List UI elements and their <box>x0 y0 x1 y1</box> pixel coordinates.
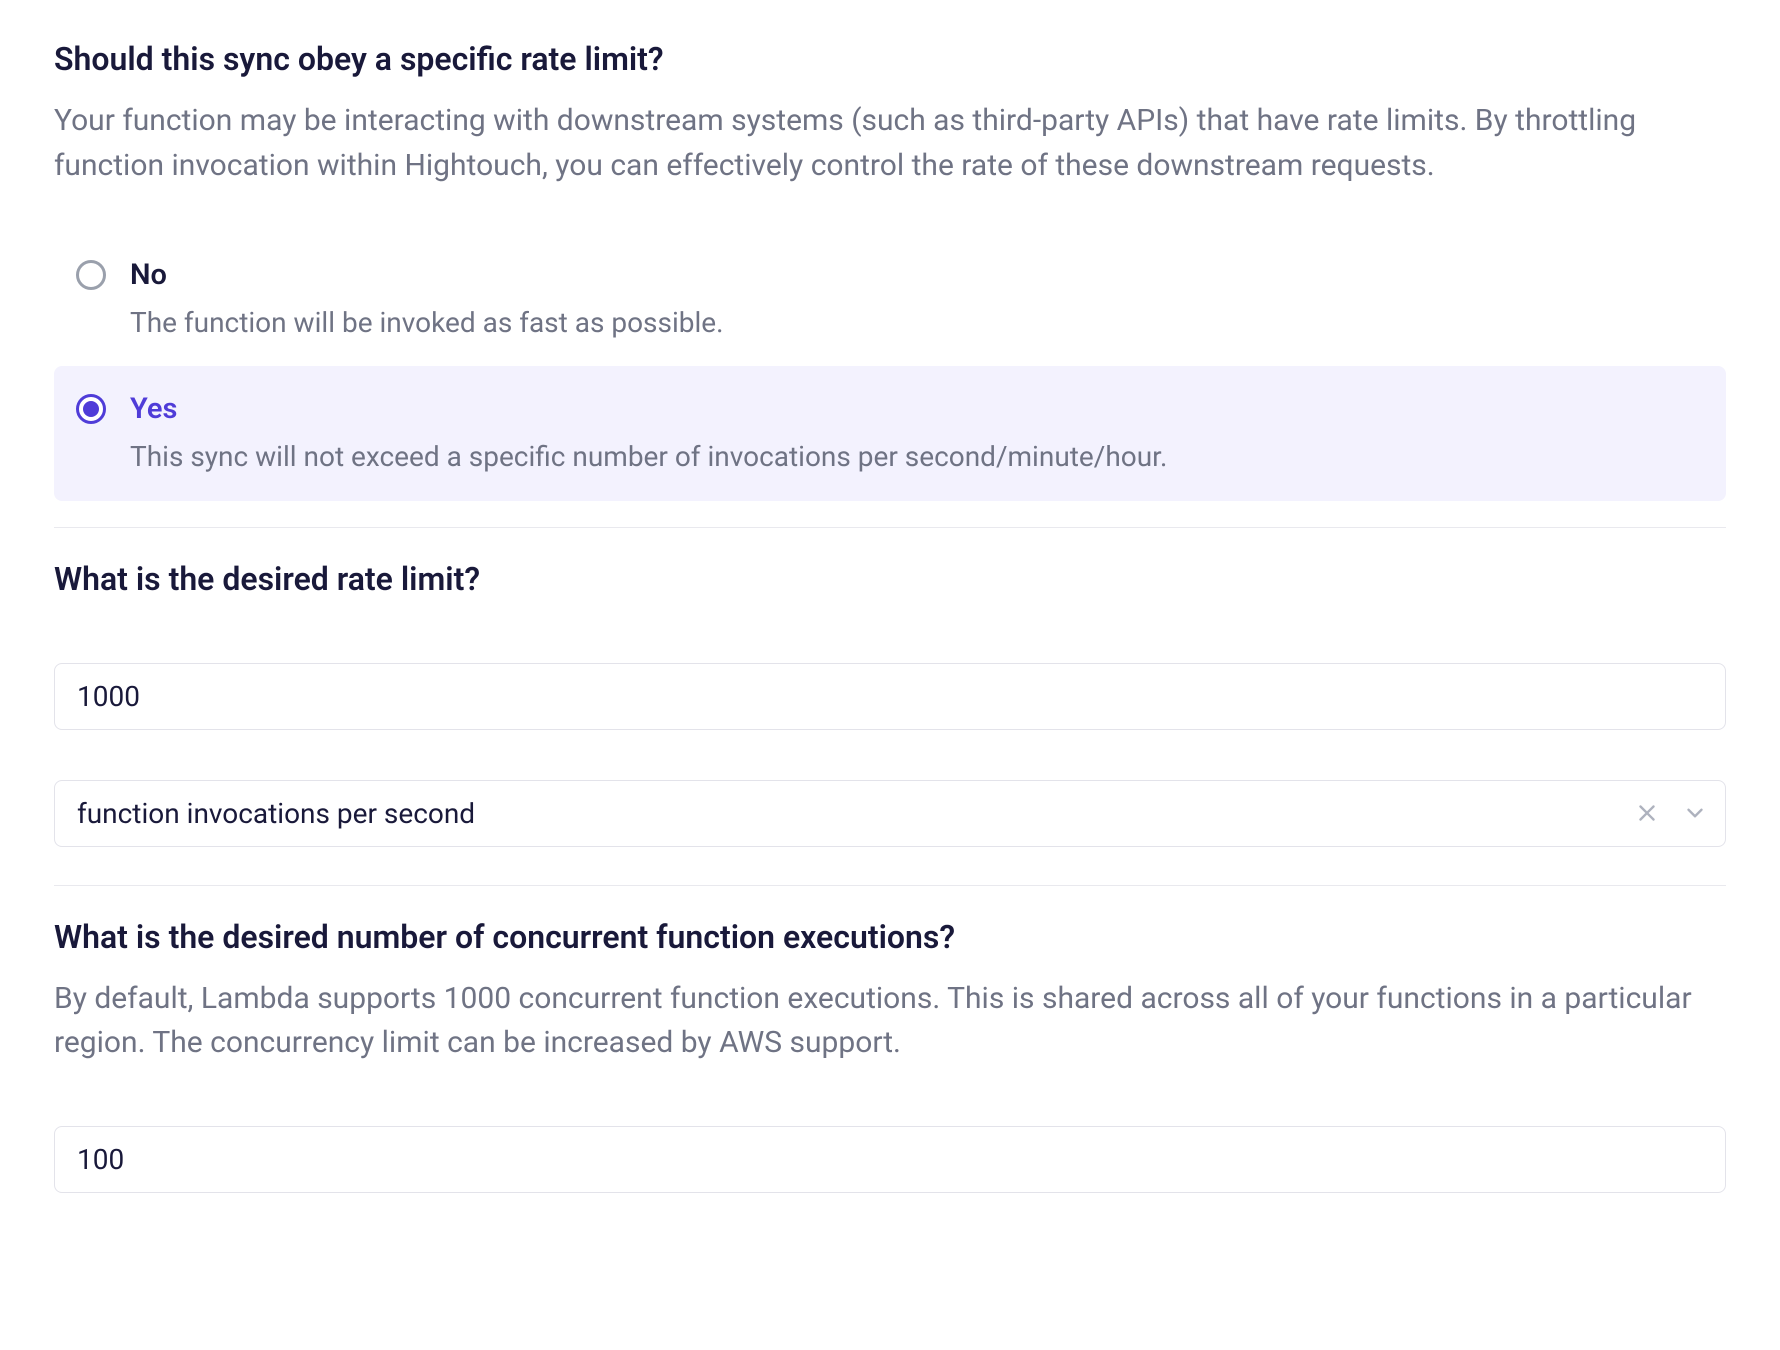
rate-limit-question-description: Your function may be interacting with do… <box>54 99 1726 188</box>
concurrency-value-input[interactable] <box>54 1126 1726 1193</box>
radio-icon <box>76 394 106 424</box>
rate-limit-value-title: What is the desired rate limit? <box>54 558 1726 601</box>
rate-limit-question-section: Should this sync obey a specific rate li… <box>54 38 1726 501</box>
rate-limit-option-no-sub: The function will be invoked as fast as … <box>130 303 1704 342</box>
rate-limit-option-yes-label: Yes <box>130 390 1704 429</box>
rate-limit-radio-group: No The function will be invoked as fast … <box>54 232 1726 501</box>
rate-limit-unit-select-display[interactable]: function invocations per second <box>54 780 1726 847</box>
concurrency-section: What is the desired number of concurrent… <box>54 916 1726 1193</box>
radio-text: Yes This sync will not exceed a specific… <box>130 390 1704 476</box>
divider <box>54 885 1726 886</box>
select-icons <box>1630 796 1712 830</box>
rate-limit-value-input[interactable] <box>54 663 1726 730</box>
rate-limit-option-yes[interactable]: Yes This sync will not exceed a specific… <box>54 366 1726 500</box>
chevron-down-icon[interactable] <box>1678 796 1712 830</box>
rate-limit-option-no[interactable]: No The function will be invoked as fast … <box>54 232 1726 366</box>
divider <box>54 527 1726 528</box>
rate-limit-unit-select[interactable]: function invocations per second <box>54 780 1726 847</box>
rate-limit-option-no-label: No <box>130 256 1704 295</box>
rate-limit-option-yes-sub: This sync will not exceed a specific num… <box>130 437 1704 476</box>
radio-text: No The function will be invoked as fast … <box>130 256 1704 342</box>
clear-icon[interactable] <box>1630 796 1664 830</box>
concurrency-description: By default, Lambda supports 1000 concurr… <box>54 977 1726 1066</box>
rate-limit-value-section: What is the desired rate limit? function… <box>54 558 1726 847</box>
rate-limit-question-title: Should this sync obey a specific rate li… <box>54 38 1726 81</box>
concurrency-title: What is the desired number of concurrent… <box>54 916 1726 959</box>
radio-icon <box>76 260 106 290</box>
